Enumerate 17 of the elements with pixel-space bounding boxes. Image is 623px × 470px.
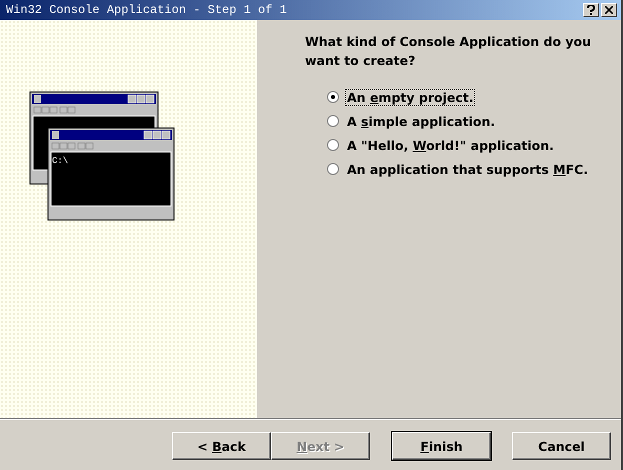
option-label[interactable]: A simple application. bbox=[345, 112, 498, 130]
close-icon bbox=[605, 6, 613, 14]
radio-button[interactable] bbox=[327, 163, 339, 175]
help-icon bbox=[587, 5, 595, 15]
window-title: Win32 Console Application - Step 1 of 1 bbox=[6, 3, 288, 17]
wizard-button[interactable]: Finish bbox=[392, 432, 491, 460]
option-label[interactable]: A "Hello, World!" application. bbox=[345, 136, 556, 154]
option-label[interactable]: An application that supports MFC. bbox=[345, 160, 590, 178]
wizard-button[interactable]: < Back bbox=[172, 432, 271, 460]
radio-button[interactable] bbox=[327, 91, 339, 103]
option-label[interactable]: An empty project. bbox=[345, 88, 476, 106]
radio-button[interactable] bbox=[327, 139, 339, 151]
wizard-button[interactable]: Cancel bbox=[512, 432, 611, 460]
close-button[interactable] bbox=[601, 3, 617, 17]
help-button[interactable] bbox=[583, 3, 599, 17]
question-text: What kind of Console Application do you want to create? bbox=[305, 33, 592, 70]
radio-button[interactable] bbox=[327, 115, 339, 127]
